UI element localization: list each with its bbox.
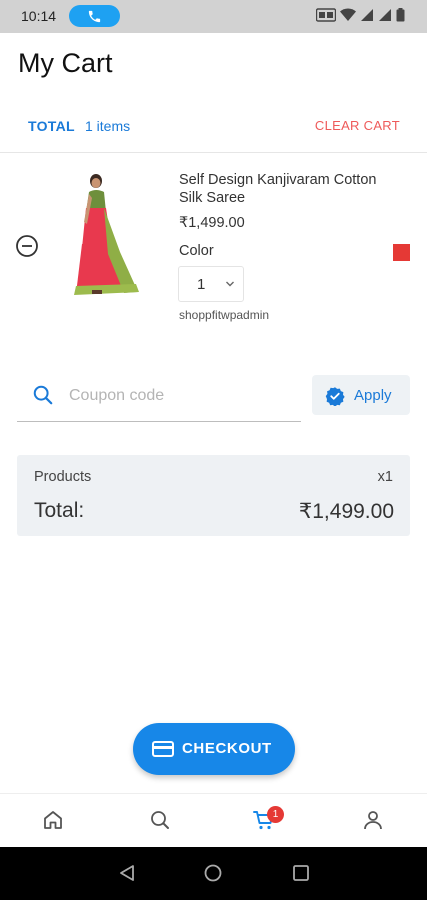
home-circle-icon[interactable] bbox=[204, 864, 222, 882]
nav-home[interactable] bbox=[41, 808, 67, 834]
ongoing-call-indicator[interactable] bbox=[69, 5, 120, 27]
data-saver-icon bbox=[316, 8, 336, 22]
product-price: ₹1,499.00 bbox=[179, 215, 245, 231]
clear-cart-button[interactable]: CLEAR CART bbox=[315, 118, 400, 133]
profile-icon bbox=[364, 811, 382, 830]
status-bar: 10:14 bbox=[0, 0, 427, 33]
products-count: x1 bbox=[377, 469, 393, 485]
vendor-name: shoppfitwpadmin bbox=[179, 308, 270, 322]
minus-circle-icon bbox=[16, 235, 38, 257]
chevron-down-icon bbox=[226, 281, 234, 287]
coupon-input[interactable] bbox=[69, 382, 294, 410]
wifi-icon bbox=[340, 8, 356, 21]
back-icon[interactable] bbox=[118, 864, 136, 882]
checkout-button[interactable]: CHECKOUT bbox=[133, 723, 295, 775]
total-label: TOTAL bbox=[28, 118, 75, 134]
status-icons bbox=[316, 8, 405, 22]
credit-card-icon bbox=[152, 741, 174, 757]
search-icon bbox=[151, 811, 169, 829]
signal-icon-2 bbox=[379, 9, 391, 21]
total-amount: ₹1,499.00 bbox=[298, 500, 394, 523]
cart-summary-row: TOTAL 1 items CLEAR CART bbox=[0, 110, 427, 142]
nav-profile[interactable] bbox=[361, 808, 387, 834]
quantity-value: 1 bbox=[197, 276, 206, 293]
cart-badge: 1 bbox=[267, 806, 284, 823]
saree-image bbox=[74, 174, 139, 295]
verified-check-icon bbox=[325, 387, 345, 406]
total-text: Total: bbox=[34, 499, 85, 522]
color-swatch bbox=[393, 244, 410, 261]
totals-box: Products x1 Total: ₹1,499.00 bbox=[17, 455, 410, 536]
recents-icon[interactable] bbox=[292, 864, 310, 882]
home-icon bbox=[44, 811, 62, 829]
nav-search[interactable] bbox=[148, 808, 174, 834]
phone-icon bbox=[88, 10, 101, 23]
product-name[interactable]: Self Design Kanjivaram Cotton Silk Saree bbox=[179, 171, 394, 207]
status-time: 10:14 bbox=[21, 8, 57, 24]
apply-label: Apply bbox=[354, 387, 392, 404]
divider bbox=[0, 152, 427, 153]
signal-icon bbox=[361, 9, 373, 21]
remove-item-button[interactable] bbox=[15, 234, 39, 258]
apply-coupon-button[interactable]: Apply bbox=[312, 375, 410, 415]
search-icon bbox=[33, 385, 53, 405]
product-image[interactable] bbox=[62, 168, 144, 300]
products-label: Products bbox=[34, 469, 92, 485]
page-title: My Cart bbox=[18, 48, 113, 78]
coupon-field[interactable] bbox=[17, 374, 301, 422]
battery-icon bbox=[396, 8, 405, 22]
quantity-select[interactable]: 1 bbox=[178, 266, 244, 302]
items-count: 1 items bbox=[85, 118, 131, 134]
color-label: Color bbox=[179, 243, 214, 259]
bottom-nav: 1 bbox=[0, 793, 427, 847]
checkout-label: CHECKOUT bbox=[182, 740, 272, 757]
android-nav-bar bbox=[0, 847, 427, 900]
